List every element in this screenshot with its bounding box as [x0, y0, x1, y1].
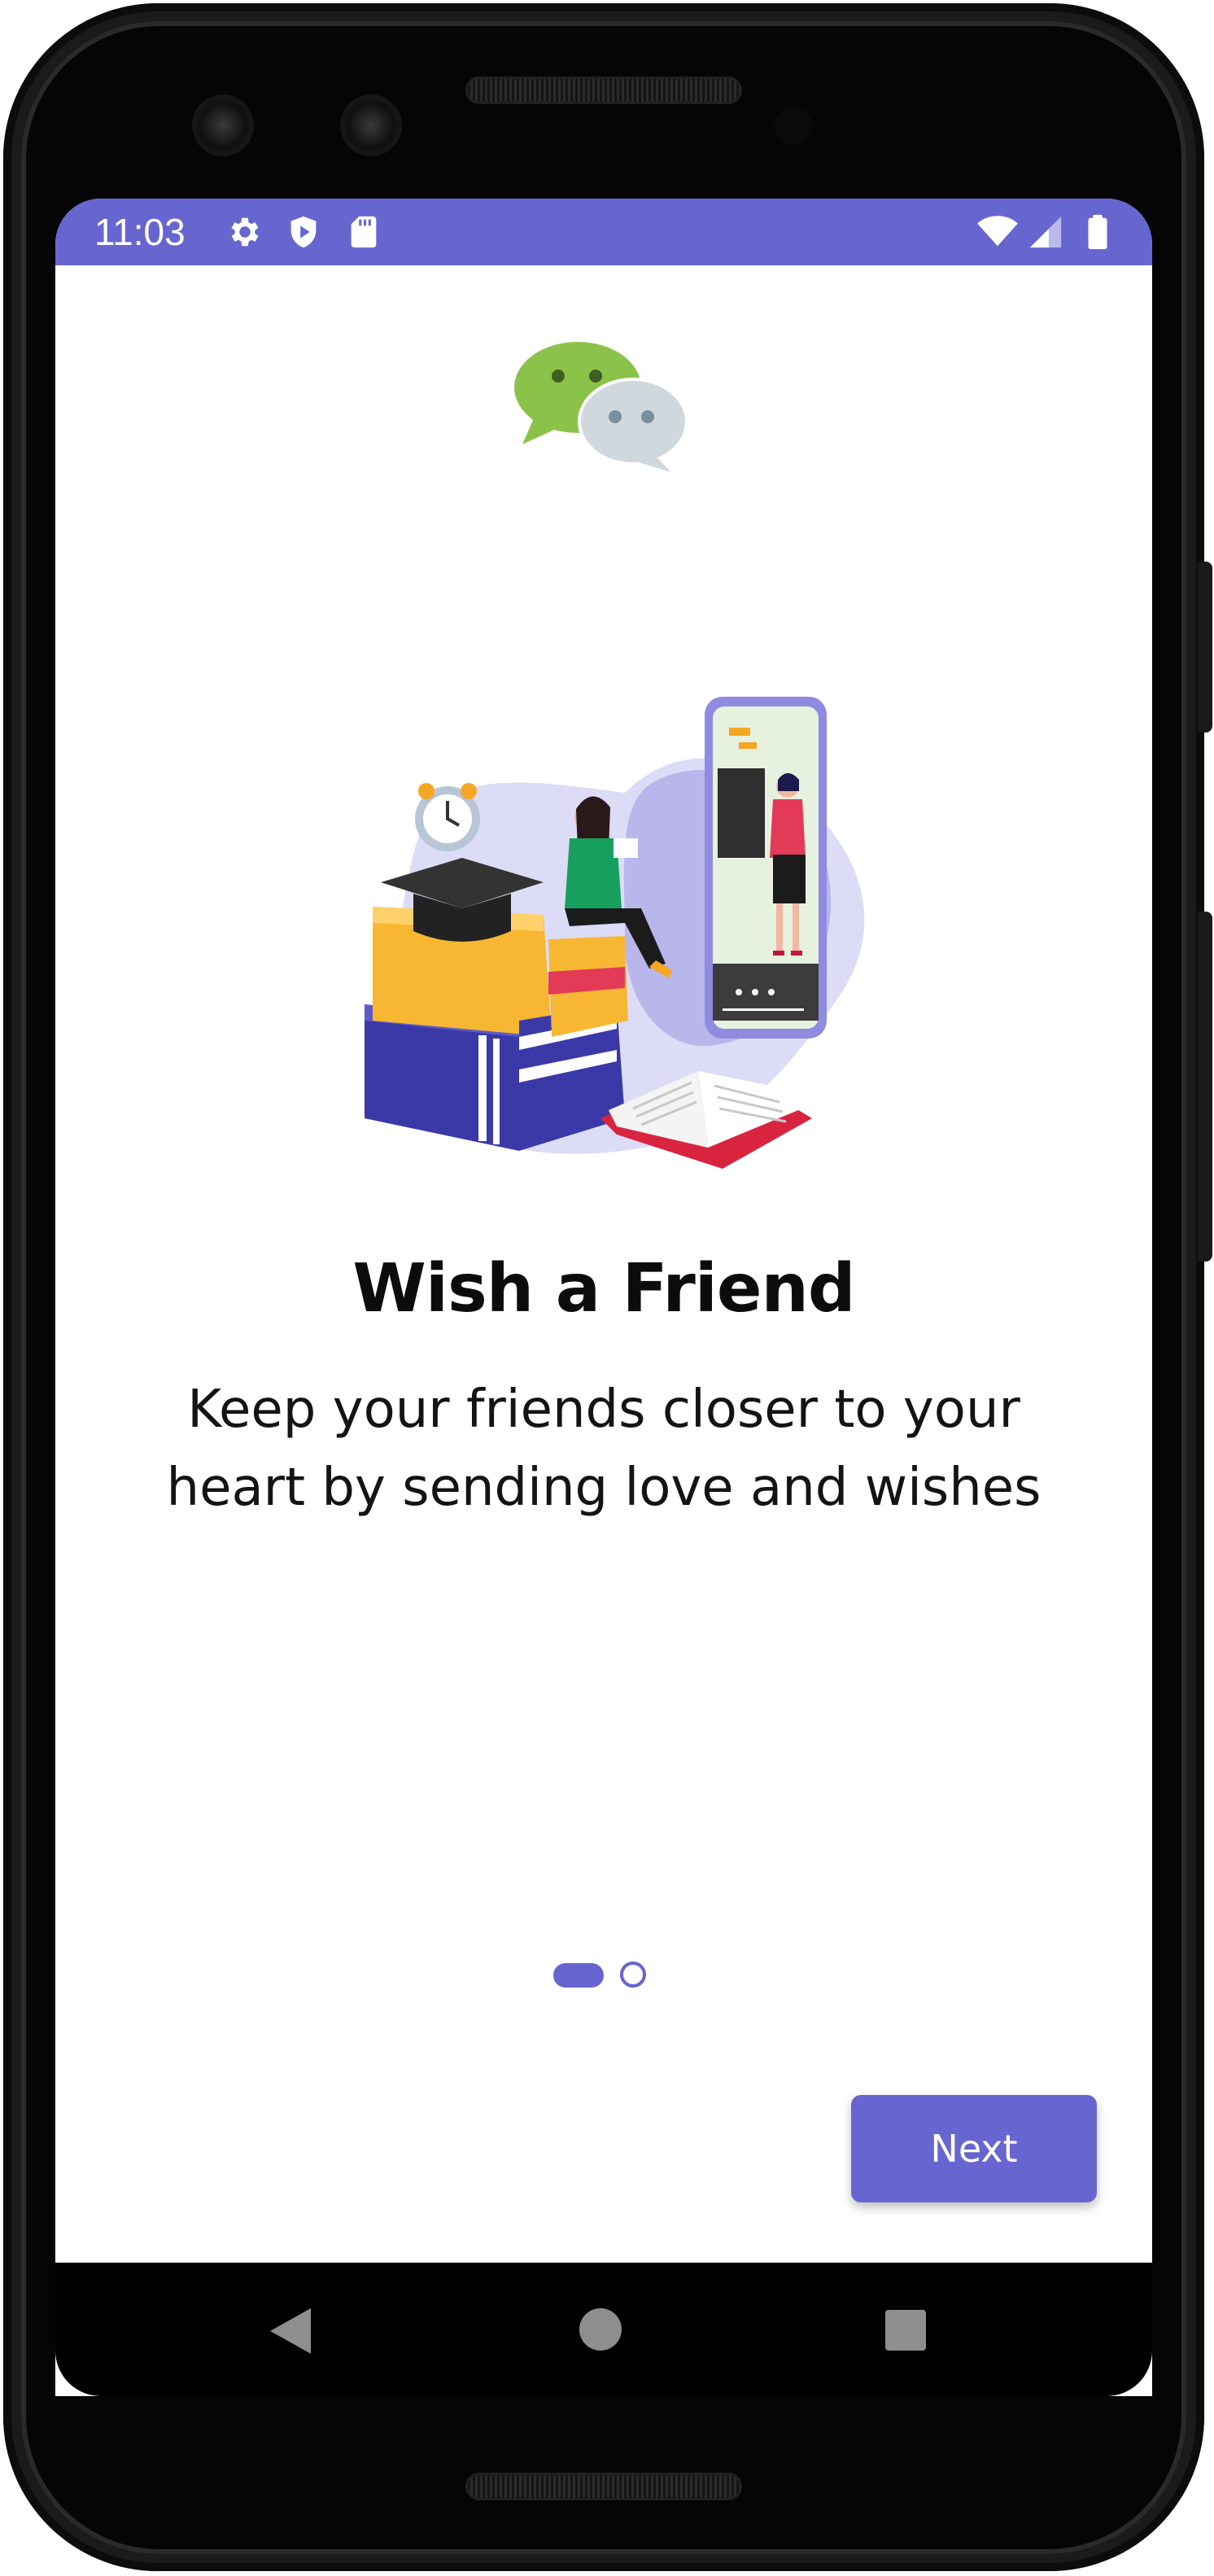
onboarding-subtitle: Keep your friends closer to your heart b…: [166, 1380, 1042, 1518]
navigation-bar: [55, 2263, 1152, 2396]
sd-card-icon: [351, 216, 377, 248]
signal-icon: [1029, 216, 1062, 248]
front-camera-right: [345, 99, 397, 151]
battery-icon: [1088, 214, 1107, 250]
shield-play-icon: [290, 216, 317, 248]
page-indicator-dot-active[interactable]: [553, 1963, 604, 1988]
onboarding-illustration: [365, 697, 865, 1169]
onboarding-title: Wish a Friend: [352, 1250, 855, 1327]
status-bar: 11:03: [55, 199, 1152, 265]
chat-bubbles-logo: [514, 342, 688, 472]
page-indicator-dot-inactive[interactable]: [620, 1962, 646, 1988]
proximity-sensor: [775, 107, 812, 145]
back-icon[interactable]: [269, 2307, 312, 2355]
screen: 11:03 Wish a Friend Keep your friends cl…: [55, 199, 1152, 2396]
next-button[interactable]: Next: [851, 2095, 1097, 2202]
front-camera-left: [197, 99, 249, 151]
status-time: 11:03: [94, 211, 186, 253]
wifi-icon: [977, 216, 1018, 247]
bottom-speaker: [465, 2473, 742, 2500]
home-icon[interactable]: [579, 2308, 622, 2351]
recents-icon[interactable]: [885, 2310, 926, 2351]
gear-icon: [231, 217, 259, 247]
power-button: [1198, 562, 1212, 733]
volume-button: [1198, 912, 1212, 1262]
earpiece-speaker: [465, 77, 742, 104]
